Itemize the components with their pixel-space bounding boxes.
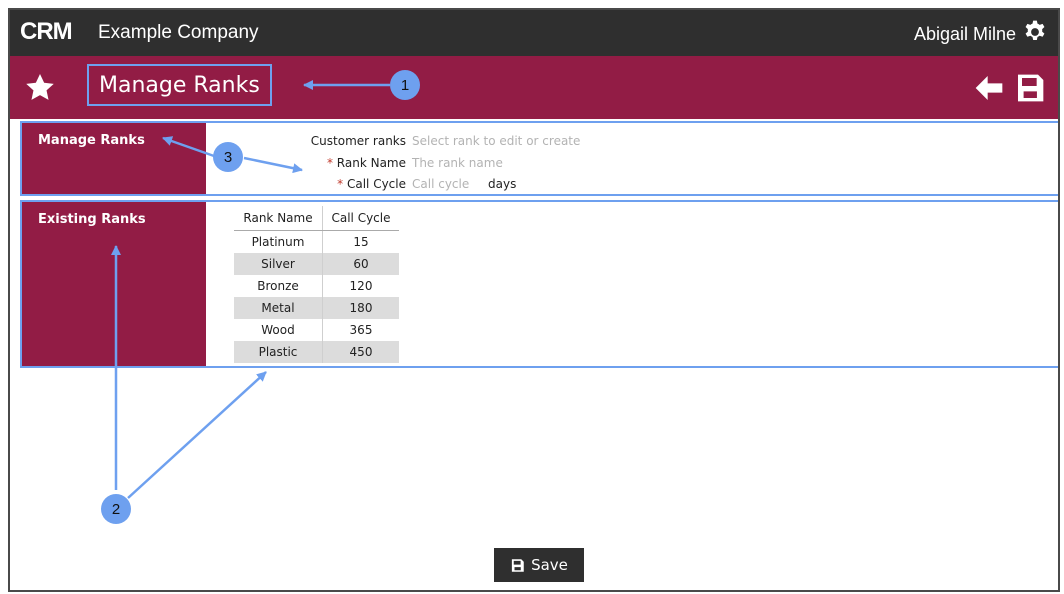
rank-name-cell: Plastic — [234, 341, 323, 363]
floppy-disk-icon — [511, 558, 524, 572]
rank-name-label: * Rank Name — [327, 155, 406, 171]
user-name[interactable]: Abigail Milne — [914, 24, 1016, 45]
floppy-disk-icon[interactable] — [1014, 71, 1046, 105]
app-window: CRM Example Company Abigail Milne Manage… — [8, 8, 1060, 592]
callout-badge: 1 — [390, 70, 420, 100]
required-marker: * — [326, 156, 333, 170]
column-header: Call Cycle — [322, 206, 399, 231]
existing-ranks-panel: Existing Ranks Rank Name Call Cycle Plat… — [20, 200, 1058, 368]
table-row[interactable]: Wood 365 — [234, 319, 399, 341]
rank-name-label-text: Rank Name — [336, 156, 406, 170]
customer-ranks-select[interactable]: Select rank to edit or create — [412, 133, 580, 149]
callout-badge: 3 — [213, 142, 243, 172]
column-header: Rank Name — [234, 206, 323, 231]
call-cycle-input[interactable]: Call cycle — [412, 176, 469, 192]
callout-badge: 2 — [101, 494, 131, 524]
page-header: Manage Ranks — [10, 56, 1058, 119]
call-cycle-label-text: Call Cycle — [346, 177, 406, 191]
company-name: Example Company — [98, 22, 259, 43]
rank-name-input[interactable]: The rank name — [412, 155, 503, 171]
save-button[interactable]: Save — [494, 548, 584, 582]
table-row[interactable]: Metal 180 — [234, 297, 399, 319]
call-cycle-cell: 180 — [322, 297, 399, 319]
call-cycle-unit: days — [488, 177, 517, 191]
table-row[interactable]: Platinum 15 — [234, 230, 399, 253]
call-cycle-cell: 120 — [349, 279, 373, 293]
required-marker: * — [337, 177, 344, 191]
rank-name-cell: Silver — [234, 253, 323, 275]
customer-ranks-label: Customer ranks — [310, 134, 406, 148]
existing-ranks-sidebar: Existing Ranks — [22, 202, 206, 366]
star-icon[interactable] — [24, 72, 56, 104]
call-cycle-cell: 60 — [322, 253, 399, 275]
rank-name-cell: Metal — [234, 297, 323, 319]
page-title-box: Manage Ranks — [87, 64, 272, 106]
top-bar: CRM Example Company Abigail Milne — [10, 10, 1058, 56]
rank-name-cell: Wood — [234, 319, 323, 341]
call-cycle-cell: 365 — [349, 323, 373, 337]
table-row[interactable]: Silver 60 — [234, 253, 399, 275]
gear-icon[interactable] — [1022, 19, 1048, 45]
arrow-left-icon[interactable] — [972, 72, 1006, 104]
save-button-label: Save — [531, 556, 568, 574]
call-cycle-cell: 450 — [322, 341, 399, 363]
table-row[interactable]: Plastic 450 — [234, 341, 399, 363]
rank-name-cell: Bronze — [234, 275, 323, 297]
page-title: Manage Ranks — [99, 72, 260, 98]
call-cycle-cell: 15 — [353, 235, 369, 249]
call-cycle-label: * Call Cycle — [337, 176, 406, 192]
rank-name-cell: Platinum — [234, 230, 323, 253]
manage-ranks-panel: Manage Ranks Customer ranks Select rank … — [20, 121, 1058, 196]
ranks-table: Rank Name Call Cycle Platinum 15 Silver 60… — [234, 206, 399, 363]
crm-logo: CRM — [20, 18, 73, 45]
table-row[interactable]: Bronze 120 — [234, 275, 399, 297]
existing-ranks-section-label: Existing Ranks — [38, 212, 146, 227]
